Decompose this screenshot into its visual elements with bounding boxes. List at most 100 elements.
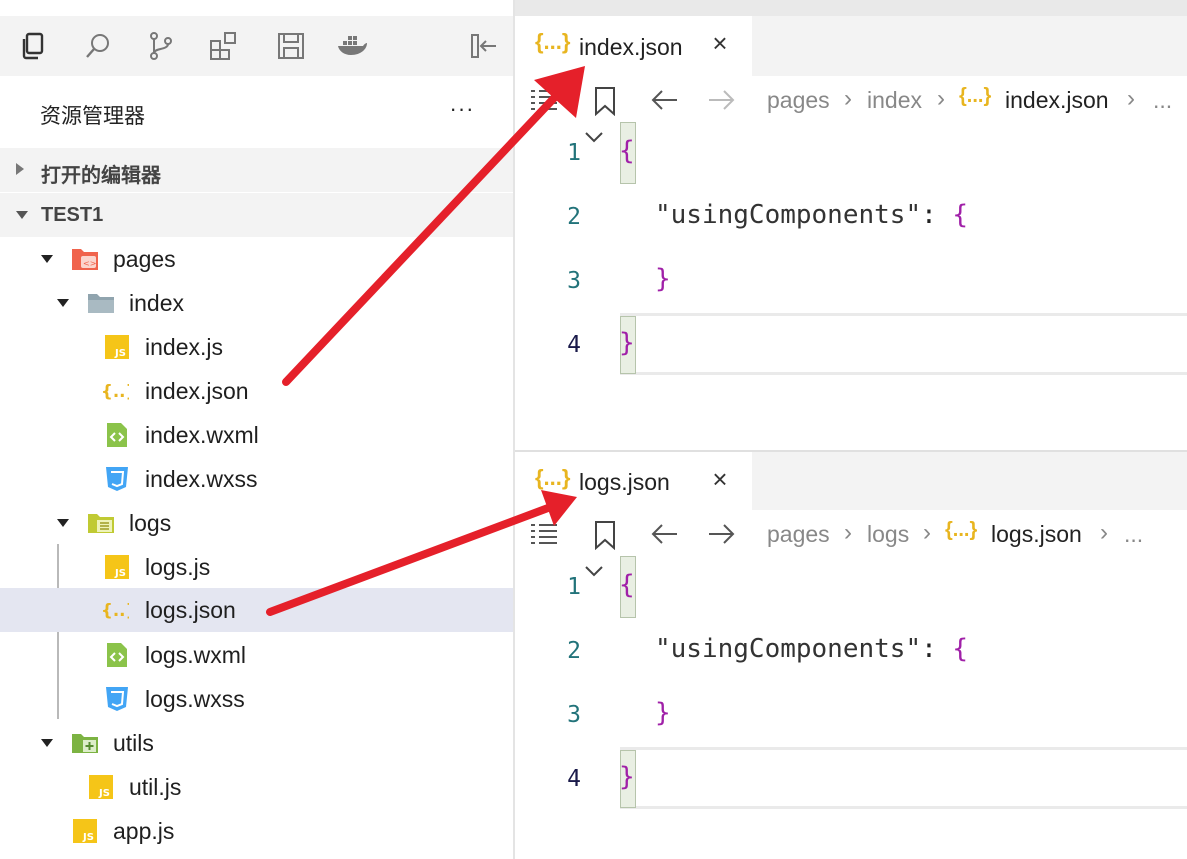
code-token: { (952, 200, 969, 230)
line-number: 3 (567, 702, 581, 728)
tab-index-json[interactable]: {...} index.json × (515, 16, 752, 76)
js-file-icon: JS (71, 818, 99, 844)
code-token: } (619, 762, 635, 792)
tree-item-utils-folder[interactable]: utils (0, 721, 513, 765)
more-actions-button[interactable]: ··· (446, 96, 478, 124)
chevron-down-icon[interactable] (583, 126, 605, 148)
storage-icon[interactable] (275, 30, 307, 62)
tab-bar: {...} logs.json × (515, 452, 1187, 510)
js-file-icon: JS (87, 774, 115, 800)
tree-label: index.js (145, 334, 223, 360)
line-number: 2 (567, 204, 581, 230)
chevron-right-icon (16, 163, 24, 175)
tree-label: util.js (129, 774, 182, 800)
line-number: 3 (567, 268, 581, 294)
project-section[interactable]: TEST1 (0, 193, 513, 237)
folder-icon (87, 290, 115, 316)
logs-folder-icon (87, 510, 115, 536)
tree-item-logs-js[interactable]: JS logs.js (0, 545, 513, 589)
chevron-down-icon (41, 255, 53, 263)
js-file-icon: JS (103, 334, 131, 360)
outline-icon[interactable] (529, 86, 561, 119)
forward-arrow-icon[interactable] (706, 520, 736, 553)
tree-item-index-wxss[interactable]: index.wxss (0, 457, 513, 501)
breadcrumb-more[interactable]: ... (1124, 521, 1143, 548)
close-icon[interactable]: × (707, 466, 733, 492)
tree-item-util-js[interactable]: JS util.js (0, 765, 513, 809)
chevron-right-icon: › (937, 85, 945, 112)
forward-arrow-icon[interactable] (706, 86, 736, 119)
breadcrumb-folder[interactable]: logs (867, 521, 909, 548)
tree-item-logs-folder[interactable]: logs (0, 501, 513, 545)
wxml-file-icon (103, 422, 131, 448)
tree-item-app-js[interactable]: JS app.js (0, 809, 513, 853)
close-icon[interactable]: × (707, 30, 733, 56)
breadcrumb-pages[interactable]: pages (767, 521, 830, 548)
breadcrumb-file[interactable]: index.json (1005, 87, 1109, 114)
search-icon[interactable] (82, 30, 114, 62)
tree-label: logs (129, 510, 172, 536)
tree-item-index-wxml[interactable]: index.wxml (0, 413, 513, 457)
tree-label: utils (113, 730, 154, 756)
bookmark-icon[interactable] (593, 520, 617, 555)
wxss-file-icon (103, 466, 131, 492)
code-token: } (619, 328, 635, 358)
wxml-file-icon (103, 642, 131, 668)
code-line[interactable]: "usingComponents": { (655, 200, 968, 230)
tree-item-index-js[interactable]: JS index.js (0, 325, 513, 369)
breadcrumb: pages › logs › {...} logs.json › ... (515, 512, 1187, 556)
code-token: "usingComponents" (655, 200, 922, 230)
wxss-file-icon (103, 686, 131, 712)
svg-text:<>: <> (83, 259, 96, 268)
chevron-right-icon: › (1127, 85, 1135, 112)
activity-bar (0, 16, 513, 76)
breadcrumb-folder[interactable]: index (867, 87, 922, 114)
tab-title: logs.json (579, 469, 670, 495)
breadcrumb-file[interactable]: logs.json (991, 521, 1082, 548)
tree-item-index-json[interactable]: {..} index.json (0, 369, 513, 413)
utils-folder-icon (71, 730, 99, 756)
tree-label: index.json (145, 378, 249, 404)
open-editors-label: 打开的编辑器 (41, 165, 161, 187)
editor-group-logs: {...} logs.json × pages › logs › {...} l… (515, 450, 1187, 859)
json-file-icon: {...} (535, 465, 571, 490)
chevron-down-icon[interactable] (583, 560, 605, 582)
line-number: 4 (567, 766, 581, 792)
chevron-right-icon: › (844, 85, 852, 112)
code-token: "usingComponents" (655, 634, 922, 664)
code-token: { (619, 570, 635, 600)
back-arrow-icon[interactable] (650, 86, 680, 119)
outline-icon[interactable] (529, 520, 561, 553)
tree-label: logs.wxml (145, 642, 246, 668)
title-strip (515, 0, 1187, 16)
tab-logs-json[interactable]: {...} logs.json × (515, 452, 752, 510)
svg-text:JS: JS (114, 348, 126, 359)
json-file-icon: {..} (101, 597, 137, 623)
tree-label: index.wxss (145, 466, 258, 492)
code-token: } (655, 698, 671, 728)
breadcrumb-more[interactable]: ... (1153, 87, 1172, 114)
code-token: { (619, 136, 635, 166)
tree-item-index-folder[interactable]: index (0, 281, 513, 325)
tree-item-logs-wxml[interactable]: logs.wxml (0, 633, 513, 677)
docker-icon[interactable] (336, 30, 368, 62)
chevron-right-icon: › (923, 519, 931, 546)
tree-item-pages[interactable]: <> pages (0, 237, 513, 281)
breadcrumb: pages › index › {...} index.json › ... (515, 78, 1187, 122)
tab-bar: {...} index.json × (515, 16, 1187, 76)
explorer-title: 资源管理器 (40, 105, 145, 128)
bookmark-icon[interactable] (593, 86, 617, 121)
back-arrow-icon[interactable] (650, 520, 680, 553)
code-line[interactable]: "usingComponents": { (655, 634, 968, 664)
line-number: 4 (567, 332, 581, 358)
explorer-icon[interactable] (17, 30, 49, 62)
tree-item-logs-json[interactable]: {..} logs.json (0, 588, 513, 632)
tree-item-logs-wxss[interactable]: logs.wxss (0, 677, 513, 721)
svg-text:JS: JS (98, 788, 110, 799)
collapse-sidebar-icon[interactable] (468, 30, 500, 62)
open-editors-section[interactable]: 打开的编辑器 (0, 148, 513, 192)
extensions-icon[interactable] (208, 30, 240, 62)
breadcrumb-pages[interactable]: pages (767, 87, 830, 114)
json-file-icon: {...} (959, 85, 992, 107)
source-control-icon[interactable] (145, 30, 177, 62)
